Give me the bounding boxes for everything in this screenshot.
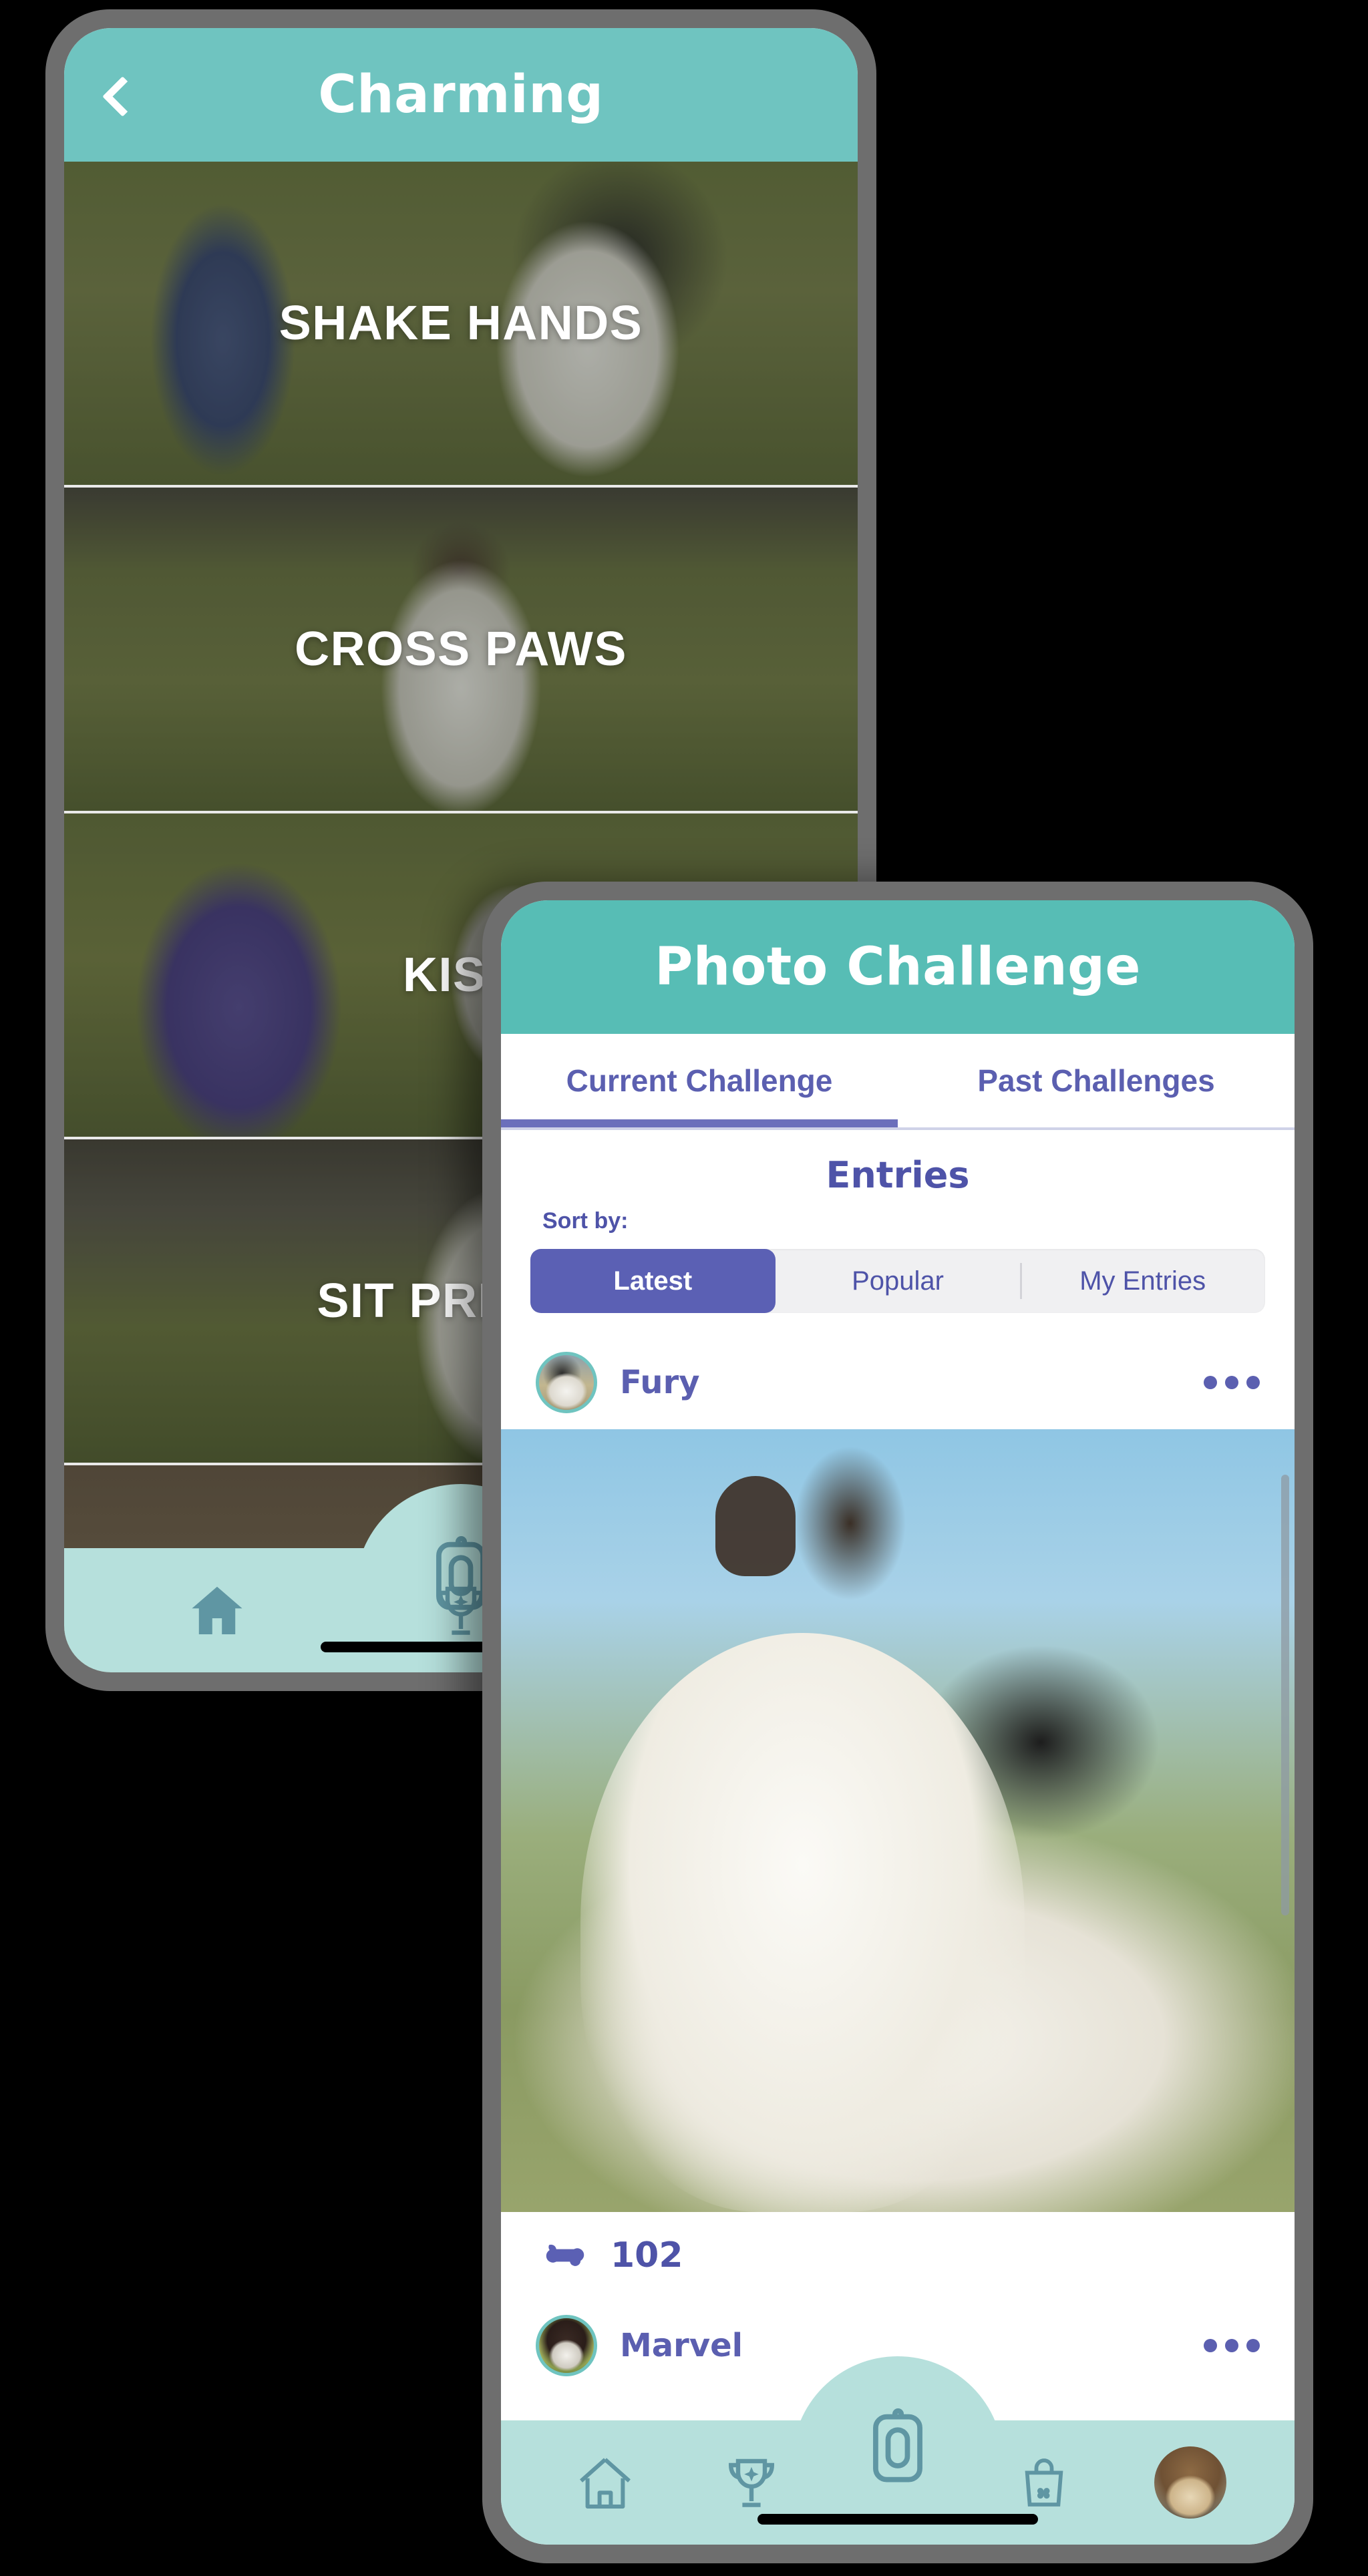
sort-by-label: Sort by:	[542, 1208, 629, 1234]
tab-past-challenges[interactable]: Past Challenges	[898, 1034, 1295, 1127]
nav-item-treat[interactable]	[838, 2386, 958, 2506]
entry-author-name: Marvel	[620, 2327, 743, 2364]
kebab-menu-icon[interactable]	[1204, 1376, 1260, 1389]
sort-option-latest[interactable]: Latest	[530, 1249, 776, 1313]
nav-item-home[interactable]	[555, 2432, 655, 2533]
dog-paw-region	[715, 1476, 796, 1577]
phone-two-bottom-nav	[501, 2356, 1295, 2545]
sort-segmented-control: Latest Popular My Entries	[530, 1249, 1265, 1313]
trick-card[interactable]: SHAKE HANDS	[64, 162, 858, 488]
nav-item-home[interactable]	[167, 1560, 267, 1660]
page-title: Photo Challenge	[655, 937, 1141, 997]
dog-body-region	[580, 1632, 1025, 2212]
sort-option-my-entries[interactable]: My Entries	[1020, 1249, 1265, 1313]
scrollbar[interactable]	[1281, 1475, 1289, 1915]
kebab-menu-icon[interactable]	[1204, 2339, 1260, 2352]
bone-icon[interactable]	[540, 2239, 590, 2272]
phone-two-screen: Photo Challenge Current Challenge Past C…	[501, 900, 1295, 2545]
trick-card-label: CROSS PAWS	[295, 622, 627, 676]
trick-card-label: SHAKE HANDS	[279, 297, 643, 350]
tab-bar: Current Challenge Past Challenges	[501, 1034, 1295, 1130]
phone-one-appbar: Charming	[64, 28, 858, 162]
entry-header-row[interactable]: Fury	[501, 1336, 1295, 1429]
entry-photo[interactable]	[501, 1429, 1295, 2212]
phone-mockup-two: Photo Challenge Current Challenge Past C…	[482, 882, 1313, 2563]
tab-current-challenge[interactable]: Current Challenge	[501, 1034, 898, 1127]
treat-dispenser-icon	[873, 2408, 922, 2482]
avatar[interactable]	[536, 1352, 597, 1413]
home-icon	[192, 1586, 242, 1634]
profile-avatar	[1154, 2446, 1227, 2519]
entries-heading: Entries	[826, 1154, 970, 1196]
trophy-icon	[728, 2458, 774, 2507]
shopping-bag-icon	[1025, 2458, 1063, 2507]
avatar[interactable]	[536, 2315, 597, 2376]
tab-active-indicator	[501, 1119, 898, 1127]
nav-item-profile[interactable]	[1140, 2432, 1240, 2533]
chevron-left-icon[interactable]	[99, 79, 130, 110]
bone-count-value: 102	[611, 2235, 683, 2275]
sort-option-popular[interactable]: Popular	[776, 1249, 1021, 1313]
entry-author-name: Fury	[620, 1364, 700, 1401]
phone-two-appbar: Photo Challenge	[501, 900, 1295, 1034]
page-title: Charming	[318, 65, 604, 125]
bone-count-row: 102	[501, 2212, 1295, 2299]
home-indicator	[757, 2514, 1038, 2525]
home-icon	[579, 2458, 631, 2509]
trick-card[interactable]: CROSS PAWS	[64, 488, 858, 813]
